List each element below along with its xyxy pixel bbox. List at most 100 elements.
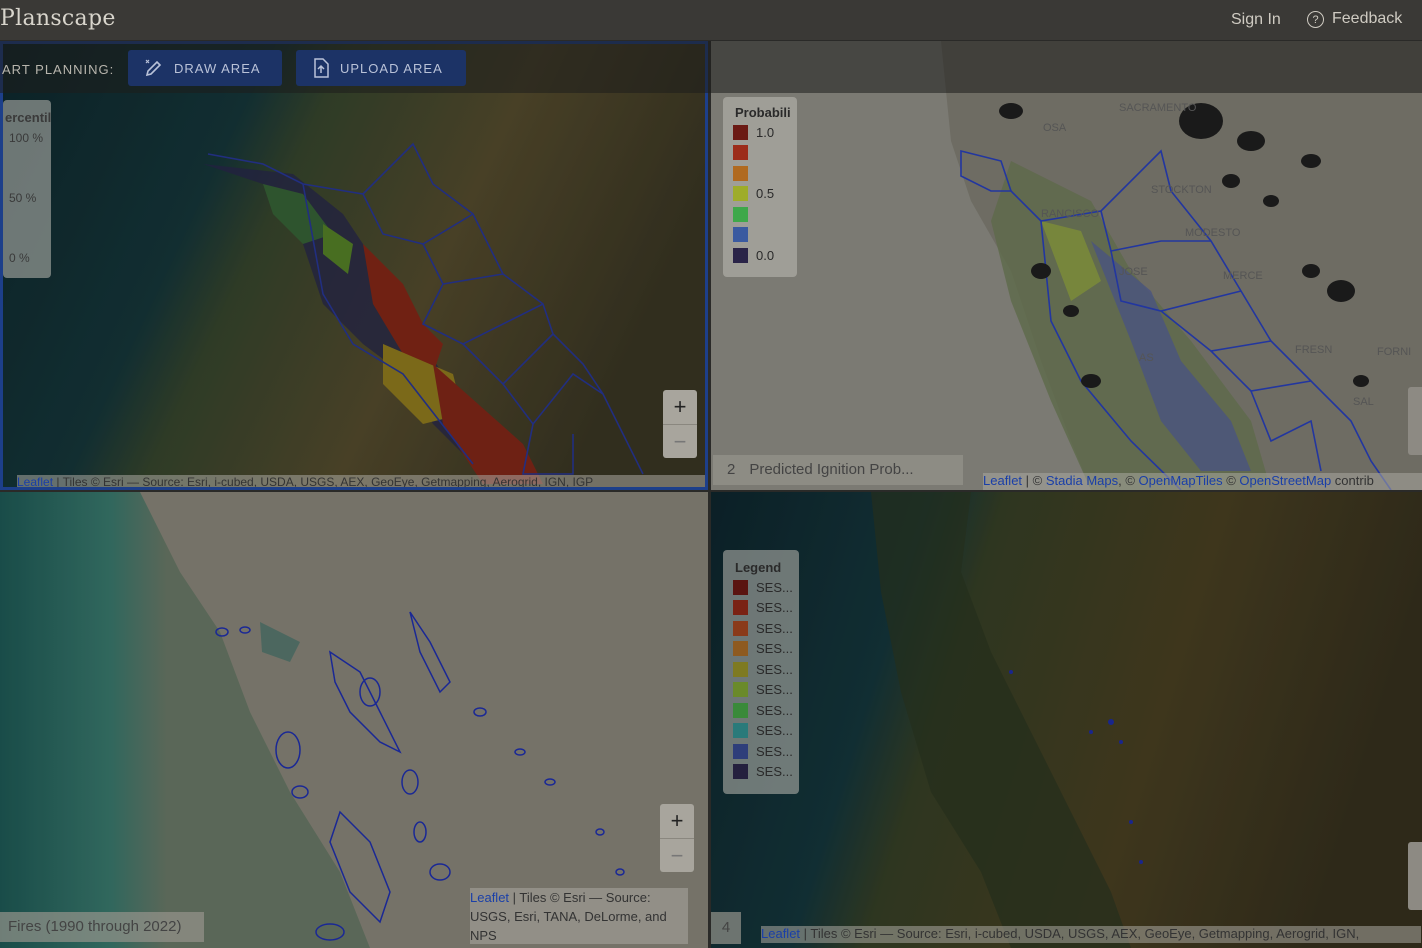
city-label: SACRAMENTO: [1119, 102, 1197, 114]
map-pane-2[interactable]: SACRAMENTO OSA STOCKTON RANCISCO MODESTO…: [711, 41, 1422, 490]
zoom-control-1: + −: [663, 390, 697, 458]
legend-item-label: SES...: [756, 743, 793, 759]
legend-row: SES...: [723, 721, 799, 742]
legend-row: 0.0: [723, 245, 797, 266]
legend-value: 0.5: [756, 186, 775, 202]
city-label: AS: [1139, 352, 1154, 364]
legend-swatch: [733, 165, 748, 181]
pencil-icon: [145, 59, 162, 77]
layer-index-label-4: 4: [711, 912, 741, 944]
feedback-label: Feedback: [1332, 10, 1403, 27]
leaflet-link[interactable]: Leaflet: [761, 926, 800, 941]
legend-item-label: SES...: [756, 600, 793, 616]
legend-swatch: [733, 764, 748, 780]
city-label: JOSE: [1119, 266, 1148, 278]
stadia-link[interactable]: Stadia Maps: [1046, 473, 1118, 488]
upload-area-label: UPLOAD AREA: [340, 60, 443, 76]
draw-area-button[interactable]: DRAW AREA: [128, 50, 282, 86]
probability-legend: Probabili 1.0 0.5 0.0: [723, 97, 797, 277]
legend-item-label: SES...: [756, 764, 793, 780]
zoom-out-button[interactable]: −: [660, 839, 694, 873]
legend-swatch: [733, 702, 748, 718]
leaflet-link[interactable]: Leaflet: [17, 475, 53, 487]
leaflet-link[interactable]: Leaflet: [983, 473, 1022, 488]
legend-label-0: 0 %: [9, 251, 30, 265]
legend-label-100: 100 %: [9, 131, 44, 145]
legend-swatch: [733, 124, 748, 140]
legend-swatch: [733, 620, 748, 636]
legend-swatch: [733, 579, 748, 595]
legend-row: SES...: [723, 618, 799, 639]
legend-swatch: [733, 661, 748, 677]
percentile-legend: ercentil 100 % 50 % 0 %: [3, 100, 51, 278]
city-label: FORNI: [1377, 346, 1411, 358]
legend-swatch: [733, 743, 748, 759]
legend-row: SES...: [723, 577, 799, 598]
map-pane-3[interactable]: + − Leaflet | Tiles © Esri — Source: USG…: [0, 492, 708, 948]
legend-swatch: [733, 600, 748, 616]
legend-title: Probabili: [735, 105, 791, 120]
zoom-control-4-edge[interactable]: [1408, 842, 1422, 910]
legend-swatch: [733, 247, 748, 263]
upload-file-icon: [314, 58, 329, 78]
upload-area-button[interactable]: UPLOAD AREA: [296, 50, 466, 86]
map-2-tiles: SACRAMENTO OSA STOCKTON RANCISCO MODESTO…: [711, 41, 1422, 490]
map-2-attribution: Leaflet | © Stadia Maps, © OpenMapTiles …: [983, 473, 1422, 490]
legend-row: 0.5: [723, 184, 797, 205]
legend-row: 1.0: [723, 122, 797, 143]
zoom-in-button[interactable]: +: [663, 390, 697, 425]
map-pane-4[interactable]: Legend SES... SES... SES... SES... SES... SES…: [711, 492, 1422, 948]
map-pane-1[interactable]: ercentil 100 % 50 % 0 % + − Leaflet | Ti…: [0, 41, 708, 490]
legend-row: SES...: [723, 700, 799, 721]
layer-name-label-3: Fires (1990 through 2022): [0, 912, 204, 942]
map-1-attribution: Leaflet | Tiles © Esri — Source: Esri, i…: [17, 475, 705, 487]
legend-swatch: [733, 682, 748, 698]
help-icon: ?: [1307, 10, 1324, 28]
map-3-attribution: Leaflet | Tiles © Esri — Source: USGS, E…: [470, 888, 688, 944]
planning-label: ART PLANNING:: [2, 62, 115, 77]
legend-item-label: SES...: [756, 620, 793, 636]
zoom-control-2-edge[interactable]: [1408, 387, 1422, 455]
legend-item-label: SES...: [756, 579, 793, 595]
legend-row: [723, 143, 797, 164]
legend-row: SES...: [723, 639, 799, 660]
legend-row: SES...: [723, 741, 799, 762]
openstreetmap-link[interactable]: OpenStreetMap: [1239, 473, 1331, 488]
map-4-attribution: Leaflet | Tiles © Esri — Source: Esri, i…: [761, 926, 1421, 943]
legend-item-label: SES...: [756, 661, 793, 677]
legend-swatch: [733, 227, 748, 243]
legend-item-label: SES...: [756, 641, 793, 657]
legend-title: ercentil: [5, 110, 52, 125]
map-3-tiles: [0, 492, 708, 948]
openmaptiles-link[interactable]: OpenMapTiles: [1139, 473, 1223, 488]
legend-row: [723, 225, 797, 246]
zoom-in-button[interactable]: +: [660, 804, 694, 839]
map-1-tiles: [3, 44, 705, 487]
legend-swatch: [733, 641, 748, 657]
city-label: RANCISCO: [1041, 208, 1100, 220]
city-label: SAL: [1353, 396, 1374, 408]
legend-swatch: [733, 186, 748, 202]
legend-row: [723, 204, 797, 225]
legend-item-label: SES...: [756, 682, 793, 698]
feedback-button[interactable]: ? Feedback: [1307, 10, 1402, 28]
top-bar: Planscape Sign In ? Feedback: [0, 0, 1422, 40]
legend-value: 0.0: [756, 247, 775, 263]
leaflet-link[interactable]: Leaflet: [470, 890, 509, 905]
brand-logo[interactable]: Planscape: [0, 6, 116, 31]
legend-row: SES...: [723, 659, 799, 680]
city-label: MERCE: [1223, 270, 1263, 282]
legend-title: Legend: [735, 560, 782, 575]
legend-row: SES...: [723, 680, 799, 701]
legend-row: [723, 163, 797, 184]
zoom-control-3: + −: [660, 804, 694, 872]
city-label: STOCKTON: [1151, 184, 1212, 196]
sign-in-link[interactable]: Sign In: [1231, 11, 1281, 29]
draw-area-label: DRAW AREA: [174, 60, 261, 76]
city-label: MODESTO: [1185, 227, 1241, 239]
legend-swatch: [733, 723, 748, 739]
zoom-out-button[interactable]: −: [663, 425, 697, 459]
legend-value: 1.0: [756, 124, 775, 140]
city-label: OSA: [1043, 122, 1067, 134]
legend-swatch: [733, 145, 748, 161]
